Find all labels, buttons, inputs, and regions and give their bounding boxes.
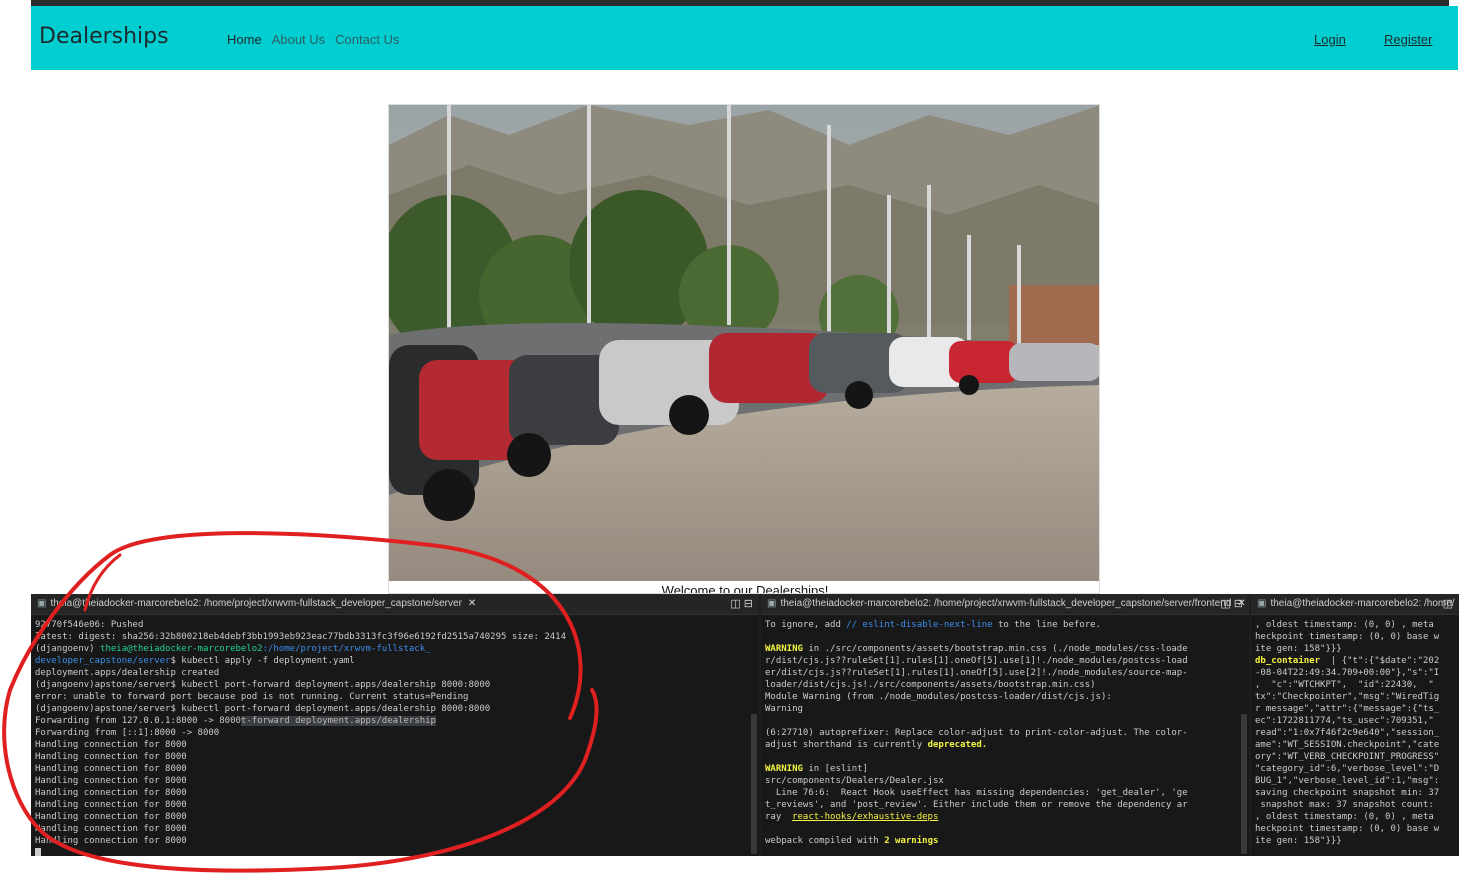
terminal-output: To ignore, add // eslint-disable-next-li… bbox=[765, 620, 1188, 846]
terminal-output: 92770f546e06: Pushed latest: digest: sha… bbox=[31, 615, 759, 856]
split-icon[interactable]: ◫ ⊟ bbox=[1220, 594, 1243, 614]
scrollbar[interactable] bbox=[1241, 714, 1247, 854]
terminal-tab-server[interactable]: ▣ theia@theiadocker-marcorebelo2: /home/p… bbox=[31, 594, 759, 615]
navbar: Dealerships Home About Us Contact Us Log… bbox=[31, 6, 1458, 70]
terminal-tab-title: theia@theiadocker-marcorebelo2: /home/ bbox=[1270, 598, 1455, 609]
terminal-icon: ▣ bbox=[37, 598, 47, 609]
register-link[interactable]: Register bbox=[1384, 32, 1432, 47]
nav-about-link[interactable]: About Us bbox=[272, 32, 325, 47]
terminal-icon: ▣ bbox=[767, 598, 777, 609]
terminal-db[interactable]: ▣ theia@theiadocker-marcorebelo2: /home/ … bbox=[1251, 594, 1459, 856]
nav-home-link[interactable]: Home bbox=[227, 32, 262, 47]
split-icon[interactable]: ◫ bbox=[1443, 594, 1453, 614]
scrollbar[interactable] bbox=[751, 714, 757, 854]
terminal-server[interactable]: ▣ theia@theiadocker-marcorebelo2: /home/p… bbox=[31, 594, 759, 856]
brand-title[interactable]: Dealerships bbox=[39, 24, 169, 49]
terminal-icon: ▣ bbox=[1257, 598, 1267, 609]
terminal-frontend[interactable]: ▣ theia@theiadocker-marcorebelo2: /home/p… bbox=[761, 594, 1249, 856]
terminal-cursor bbox=[35, 847, 41, 856]
terminal-tab-title: theia@theiadocker-marcorebelo2: /home/pr… bbox=[50, 598, 462, 609]
nav-contact-link[interactable]: Contact Us bbox=[335, 32, 399, 47]
terminal-panel: ▣ theia@theiadocker-marcorebelo2: /home/p… bbox=[31, 594, 1459, 856]
split-icon[interactable]: ◫ ⊟ bbox=[730, 594, 753, 614]
terminal-tab-db[interactable]: ▣ theia@theiadocker-marcorebelo2: /home/ … bbox=[1251, 594, 1459, 615]
close-icon[interactable]: ✕ bbox=[468, 598, 476, 609]
welcome-text: Welcome to our Dealerships! bbox=[661, 583, 829, 594]
terminal-output: , oldest timestamp: (0, 0) , meta heckpo… bbox=[1255, 620, 1440, 846]
dealership-parking-lot-image bbox=[389, 105, 1099, 581]
nav-links: Home About Us Contact Us bbox=[227, 32, 399, 47]
terminal-tab-frontend[interactable]: ▣ theia@theiadocker-marcorebelo2: /home/p… bbox=[761, 594, 1249, 615]
login-link[interactable]: Login bbox=[1314, 32, 1346, 47]
terminal-tab-title: theia@theiadocker-marcorebelo2: /home/pr… bbox=[780, 598, 1232, 609]
hero-card: Welcome to our Dealerships! bbox=[388, 104, 1100, 594]
